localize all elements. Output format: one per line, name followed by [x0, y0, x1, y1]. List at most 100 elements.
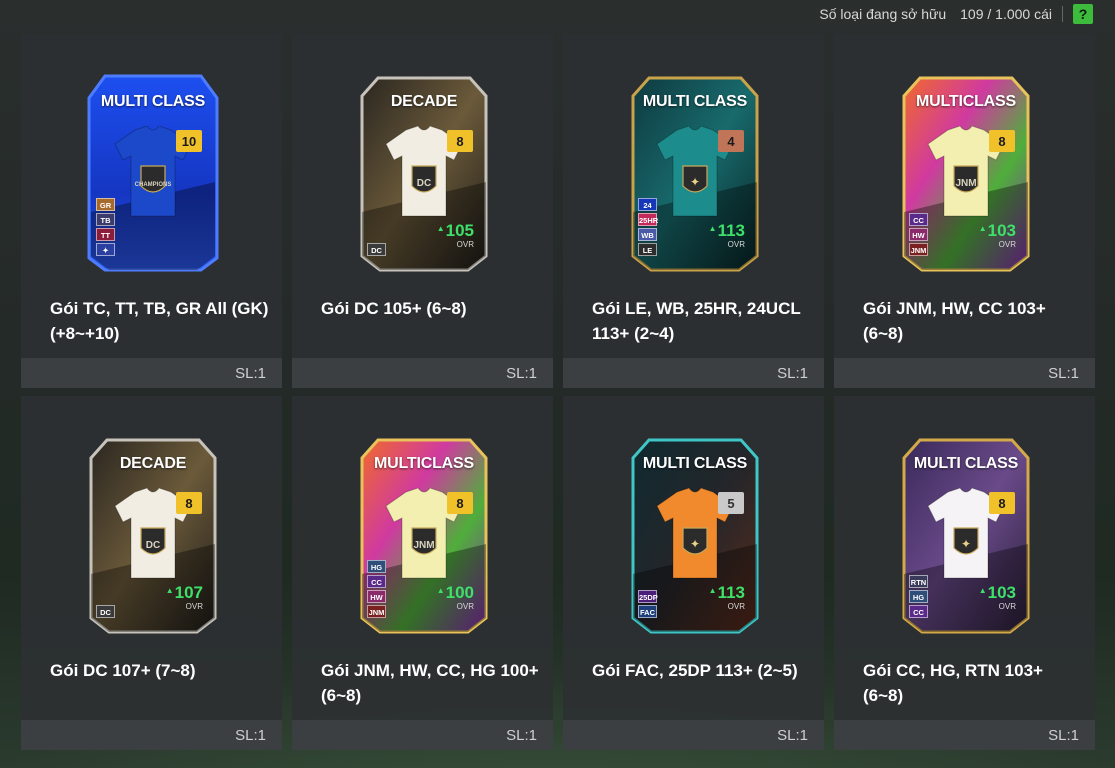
pack-card-image: CHAMPIONS MULTI CLASS 10 GR TB TT ✦	[85, 72, 221, 274]
pack-title: Gói DC 105+ (6~8)	[321, 299, 467, 318]
season-badge-list: 25DP FAC	[638, 590, 658, 618]
owned-label: Số loại đang sở hữu	[819, 6, 947, 22]
help-button[interactable]: ?	[1073, 4, 1093, 24]
ovr-value: 107	[166, 584, 203, 601]
pack-tile[interactable]: CHAMPIONS MULTI CLASS 10 GR TB TT ✦ Gói TC, TT…	[21, 34, 282, 388]
pack-quantity: SL:1	[1048, 365, 1079, 382]
upgrade-level-badge: 5	[718, 492, 744, 514]
season-badge: HG	[909, 590, 928, 603]
ovr-value: 103	[979, 222, 1016, 239]
season-badge: LE	[638, 243, 657, 256]
pack-tile[interactable]: DC DECADE 8 DC 105OVR Gói DC 105+ (6~8) SL:1	[292, 34, 553, 388]
pack-card-image: JNM MULTICLASS 8 HG CC HW JNM 100OVR	[356, 434, 492, 636]
upgrade-level-badge: 8	[176, 492, 202, 514]
divider	[1062, 6, 1063, 22]
card-class-label: MULTI CLASS	[642, 455, 748, 472]
pack-footer: SL:1	[292, 720, 553, 750]
svg-text:JNM: JNM	[413, 540, 434, 551]
ovr-label: OVR	[185, 602, 203, 611]
ovr-value: 105	[437, 222, 474, 239]
pack-quantity: SL:1	[506, 365, 537, 382]
pack-tile[interactable]: JNM MULTICLASS 8 CC HW JNM 103OVR Gói JNM, HW,…	[834, 34, 1095, 388]
pack-card-image: ✦ MULTI CLASS 4 24 25HR WB LE 113OVR	[627, 72, 763, 274]
season-badge: ✦	[96, 243, 115, 256]
ovr-label: OVR	[456, 602, 474, 611]
card-class-label: MULTI CLASS	[100, 93, 206, 110]
svg-text:DC: DC	[146, 540, 160, 551]
ovr-value: 100	[437, 584, 474, 601]
pack-footer: SL:1	[292, 358, 553, 388]
owned-count: 109 / 1.000 cái	[960, 6, 1052, 22]
season-badge: FAC	[638, 605, 657, 618]
pack-quantity: SL:1	[235, 365, 266, 382]
season-badge: JNM	[367, 605, 386, 618]
pack-quantity: SL:1	[777, 365, 808, 382]
pack-title: Gói JNM, HW, CC, HG 100+ (6~8)	[321, 661, 539, 705]
upgrade-level-badge: 8	[447, 130, 473, 152]
svg-text:✦: ✦	[690, 537, 700, 551]
season-badge: 25HR	[638, 213, 658, 226]
pack-quantity: SL:1	[506, 727, 537, 744]
card-class-label: MULTI CLASS	[642, 93, 748, 110]
pack-footer: SL:1	[834, 358, 1095, 388]
pack-footer: SL:1	[563, 720, 824, 750]
season-badge-list: DC	[367, 243, 386, 256]
ovr-label: OVR	[727, 602, 745, 611]
ovr-rating: 100OVR	[437, 584, 474, 611]
season-badge: DC	[96, 605, 115, 618]
season-badge: GR	[96, 198, 115, 211]
card-class-label: DECADE	[390, 93, 458, 110]
pack-tile[interactable]: ✦ MULTI CLASS 8 RTN HG CC 103OVR Gói CC, HG, R…	[834, 396, 1095, 750]
pack-title: Gói DC 107+ (7~8)	[50, 661, 196, 680]
season-badge-list: HG CC HW JNM	[367, 560, 386, 618]
pack-footer: SL:1	[21, 720, 282, 750]
card-class-label: MULTI CLASS	[913, 455, 1019, 472]
pack-card-image: DC DECADE 8 DC 107OVR	[85, 434, 221, 636]
season-badge: CC	[909, 605, 928, 618]
owned-counter: Số loại đang sở hữu 109 / 1.000 cái ?	[819, 4, 1093, 24]
season-badge: CC	[909, 213, 928, 226]
season-badge-list: GR TB TT ✦	[96, 198, 115, 256]
ovr-value: 113	[709, 584, 745, 601]
ovr-rating: 113OVR	[709, 222, 745, 249]
ovr-value: 103	[979, 584, 1016, 601]
svg-text:CHAMPIONS: CHAMPIONS	[135, 182, 172, 188]
ovr-value: 113	[709, 222, 745, 239]
season-badge: 24	[638, 198, 657, 211]
ovr-rating: 105OVR	[437, 222, 474, 249]
season-badge: JNM	[909, 243, 928, 256]
season-badge: TB	[96, 213, 115, 226]
ovr-rating: 103OVR	[979, 222, 1016, 249]
pack-grid: CHAMPIONS MULTI CLASS 10 GR TB TT ✦ Gói TC, TT…	[21, 34, 1095, 750]
season-badge: RTN	[909, 575, 928, 588]
pack-quantity: SL:1	[235, 727, 266, 744]
ovr-rating: 103OVR	[979, 584, 1016, 611]
season-badge-list: RTN HG CC	[909, 575, 928, 618]
pack-card-image: ✦ MULTI CLASS 5 25DP FAC 113OVR	[627, 434, 763, 636]
season-badge-list: DC	[96, 605, 115, 618]
ovr-label: OVR	[998, 602, 1016, 611]
svg-text:JNM: JNM	[955, 178, 976, 189]
pack-card-image: ✦ MULTI CLASS 8 RTN HG CC 103OVR	[898, 434, 1034, 636]
pack-card-image: DC DECADE 8 DC 105OVR	[356, 72, 492, 274]
pack-card-image: JNM MULTICLASS 8 CC HW JNM 103OVR	[898, 72, 1034, 274]
season-badge: 25DP	[638, 590, 658, 603]
pack-footer: SL:1	[563, 358, 824, 388]
ovr-rating: 107OVR	[166, 584, 203, 611]
pack-tile[interactable]: ✦ MULTI CLASS 4 24 25HR WB LE 113OVR Gói LE, WB…	[563, 34, 824, 388]
season-badge: WB	[638, 228, 657, 241]
pack-tile[interactable]: JNM MULTICLASS 8 HG CC HW JNM 100OVR Gói JNM, H…	[292, 396, 553, 750]
pack-title: Gói CC, HG, RTN 103+ (6~8)	[863, 661, 1043, 705]
pack-title: Gói FAC, 25DP 113+ (2~5)	[592, 661, 798, 680]
pack-title: Gói LE, WB, 25HR, 24UCL 113+ (2~4)	[592, 299, 801, 343]
pack-quantity: SL:1	[1048, 727, 1079, 744]
svg-text:✦: ✦	[690, 175, 700, 189]
pack-footer: SL:1	[834, 720, 1095, 750]
pack-title: Gói JNM, HW, CC 103+ (6~8)	[863, 299, 1046, 343]
season-badge: CC	[367, 575, 386, 588]
card-class-label: DECADE	[119, 455, 187, 472]
season-badge: DC	[367, 243, 386, 256]
pack-tile[interactable]: DC DECADE 8 DC 107OVR Gói DC 107+ (7~8) SL:1	[21, 396, 282, 750]
season-badge: TT	[96, 228, 115, 241]
pack-tile[interactable]: ✦ MULTI CLASS 5 25DP FAC 113OVR Gói FAC, 25DP…	[563, 396, 824, 750]
